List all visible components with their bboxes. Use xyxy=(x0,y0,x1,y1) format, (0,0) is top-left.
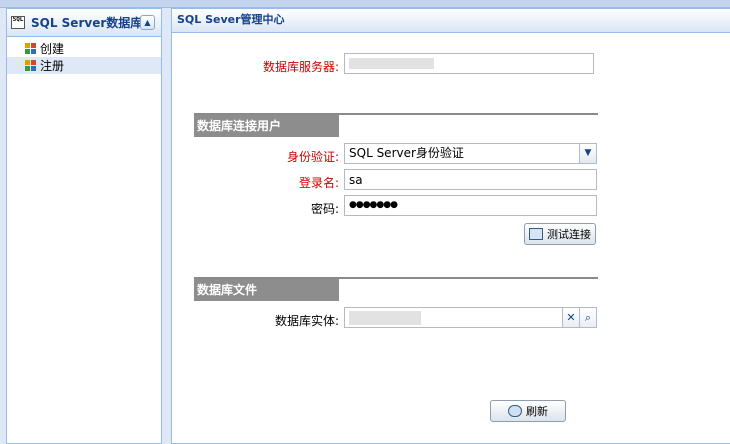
tree-node-icon xyxy=(25,59,37,72)
section-connection-user: 数据库连接用户 xyxy=(194,113,598,137)
password-value: ●●●●●●● xyxy=(349,200,398,210)
sidebar-panel: SQL SQL Server数据库 ▲ 创建 注册 xyxy=(6,8,162,444)
chevron-down-icon[interactable]: ▼ xyxy=(579,144,596,163)
server-field[interactable] xyxy=(344,53,594,74)
monitor-icon xyxy=(529,228,543,240)
server-label: 数据库服务器: xyxy=(262,60,339,74)
database-icon: SQL xyxy=(11,16,25,29)
tree-node-icon xyxy=(25,42,37,55)
login-label: 登录名: xyxy=(298,176,339,190)
auth-label: 身份验证: xyxy=(286,150,339,164)
refresh-icon xyxy=(508,405,522,417)
main-panel-title: SQL Sever管理中心 xyxy=(172,9,730,33)
sidebar-item-create[interactable]: 创建 xyxy=(7,40,161,57)
section-database-file: 数据库文件 xyxy=(194,277,598,301)
sidebar-item-label: 创建 xyxy=(40,42,65,56)
redacted-value xyxy=(349,311,421,325)
refresh-label: 刷新 xyxy=(526,405,548,418)
password-label: 密码: xyxy=(310,202,339,216)
collapse-button[interactable]: ▲ xyxy=(140,15,155,30)
search-icon[interactable]: ⌕ xyxy=(579,308,596,327)
refresh-button[interactable]: 刷新 xyxy=(490,400,566,422)
clear-icon[interactable]: ✕ xyxy=(562,308,579,327)
main-panel: SQL Sever管理中心 数据库服务器: 数据库连接用户 身份验证: SQL … xyxy=(171,8,730,444)
sidebar-header: SQL SQL Server数据库 ▲ xyxy=(7,9,161,37)
login-input[interactable] xyxy=(344,169,597,190)
section-title: 数据库文件 xyxy=(194,279,339,301)
panel-splitter[interactable] xyxy=(162,8,171,444)
entity-combo[interactable]: ✕ ⌕ xyxy=(344,307,597,328)
auth-value: SQL Server身份验证 xyxy=(349,146,464,160)
sidebar-item-label: 注册 xyxy=(40,59,65,73)
entity-label: 数据库实体: xyxy=(274,314,339,328)
test-connection-button[interactable]: 测试连接 xyxy=(524,223,596,245)
top-strip xyxy=(0,0,730,8)
sidebar-title: SQL Server数据库 xyxy=(31,16,143,30)
sidebar-item-register[interactable]: 注册 xyxy=(7,57,161,74)
section-title: 数据库连接用户 xyxy=(194,115,339,137)
test-connection-label: 测试连接 xyxy=(547,228,591,241)
redacted-value xyxy=(349,58,434,69)
auth-select[interactable]: SQL Server身份验证 ▼ xyxy=(344,143,597,164)
password-input[interactable]: ●●●●●●● xyxy=(344,195,597,216)
